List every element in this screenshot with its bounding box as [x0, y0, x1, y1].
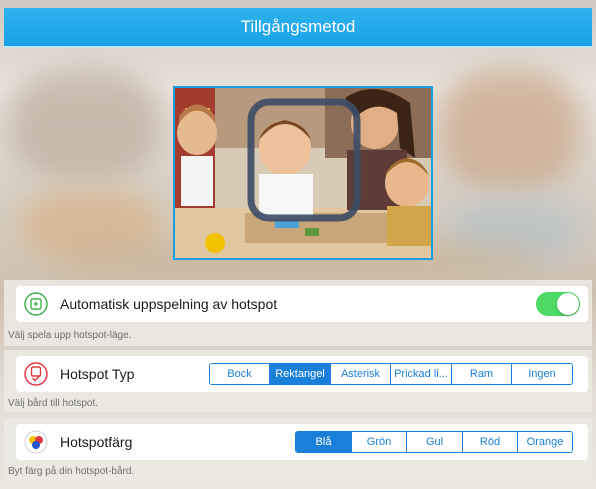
type-option-asterisk[interactable]: Asterisk — [330, 364, 390, 384]
autoplay-toggle[interactable] — [536, 292, 580, 316]
color-option-rod[interactable]: Röd — [462, 432, 517, 452]
title-bar: Tillgångsmetod — [4, 8, 592, 46]
autoplay-label: Automatisk uppspelning av hotspot — [60, 296, 278, 312]
color-option-orange[interactable]: Orange — [517, 432, 572, 452]
hotspot-type-label: Hotspot Typ — [60, 366, 135, 382]
autoplay-hint: Välj spela upp hotspot-läge. — [8, 330, 132, 341]
toggle-knob — [557, 293, 579, 315]
type-option-rektangel[interactable]: Rektangel — [269, 364, 330, 384]
hotspot-preview-image[interactable] — [173, 86, 433, 260]
checked-box-icon — [24, 362, 48, 386]
hotspot-color-label: Hotspotfärg — [60, 434, 133, 450]
classroom-photo — [175, 88, 431, 258]
hotspot-type-hint: Välj bård till hotspot. — [8, 398, 99, 409]
hotspot-color-segmented-control: Blå Grön Gul Röd Orange — [295, 431, 573, 453]
hotspot-color-row: Hotspotfärg Blå Grön Gul Röd Orange — [16, 424, 588, 460]
color-option-bla[interactable]: Blå — [296, 432, 351, 452]
hotspot-type-row: Hotspot Typ Bock Rektangel Asterisk Pric… — [16, 356, 588, 392]
type-option-bock[interactable]: Bock — [210, 364, 269, 384]
hotspot-type-segmented-control: Bock Rektangel Asterisk Prickad li... Ra… — [209, 363, 573, 385]
color-option-gul[interactable]: Gul — [406, 432, 462, 452]
type-option-ram[interactable]: Ram — [451, 364, 511, 384]
type-option-ingen[interactable]: Ingen — [511, 364, 572, 384]
header-divider — [4, 46, 592, 48]
autoplay-row[interactable]: Automatisk uppspelning av hotspot — [16, 286, 588, 322]
type-option-prickad[interactable]: Prickad li... — [390, 364, 451, 384]
hotspot-color-hint: Byt färg på din hotspot-bård. — [8, 466, 135, 477]
color-option-gron[interactable]: Grön — [351, 432, 406, 452]
color-dots-icon — [24, 430, 48, 454]
page-title: Tillgångsmetod — [240, 17, 356, 36]
play-in-square-icon — [24, 292, 48, 316]
